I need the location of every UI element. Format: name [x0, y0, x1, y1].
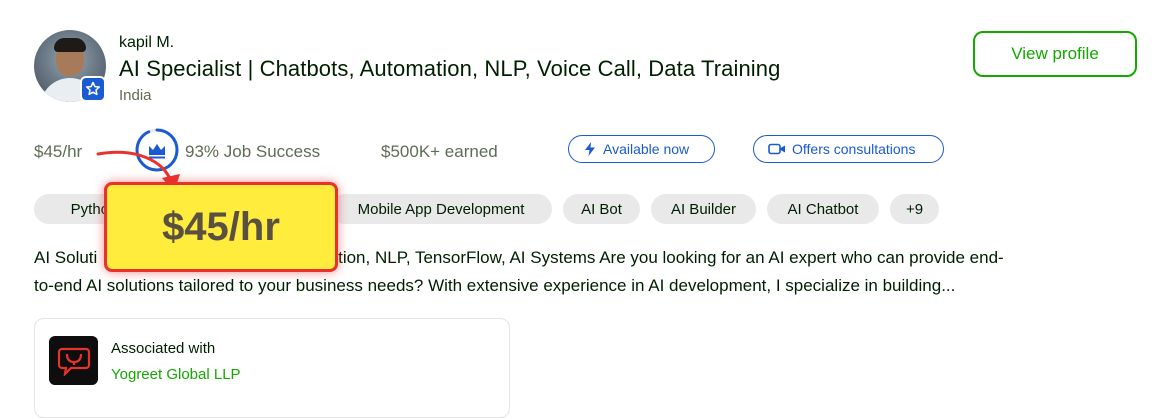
skill-tag-ai-chatbot[interactable]: AI Chatbot: [767, 194, 879, 224]
skill-tag-more[interactable]: +9: [890, 194, 939, 224]
description-line-2: to-end AI solutions tailored to your bus…: [34, 276, 956, 295]
total-earned: $500K+ earned: [381, 142, 498, 161]
star-badge-icon: [80, 76, 106, 102]
video-camera-icon: [768, 143, 785, 155]
description-line-1-end: tomation, NLP, TensorFlow, AI Systems Ar…: [300, 248, 1004, 267]
freelancer-name[interactable]: kapil M.: [119, 34, 174, 52]
associated-company-link[interactable]: Yogreet Global LLP: [111, 366, 241, 383]
skill-tag-mobile-app-development[interactable]: Mobile App Development: [330, 194, 552, 224]
offers-consultations-badge: Offers consultations: [753, 135, 944, 163]
offers-consultations-label: Offers consultations: [792, 141, 916, 157]
view-profile-button[interactable]: View profile: [973, 31, 1137, 77]
company-logo: [49, 336, 98, 385]
job-success-label: 93% Job Success: [185, 142, 321, 161]
freelancer-title[interactable]: AI Specialist | Chatbots, Automation, NL…: [119, 56, 780, 82]
skill-tag-ai-builder[interactable]: AI Builder: [651, 194, 756, 224]
freelancer-country: India: [119, 87, 152, 104]
associated-with-label: Associated with: [111, 340, 216, 357]
association-card[interactable]: Associated with Yogreet Global LLP: [34, 318, 510, 418]
rate-callout: $45/hr: [104, 182, 338, 272]
avatar-hair: [54, 38, 86, 52]
hourly-rate: $45/hr: [34, 142, 83, 161]
available-now-label: Available now: [603, 141, 690, 157]
available-now-badge: Available now: [568, 135, 715, 163]
lightning-icon: [585, 142, 595, 156]
skill-tag-ai-bot[interactable]: AI Bot: [563, 194, 640, 224]
description-line-1-start: AI Soluti: [34, 248, 98, 267]
